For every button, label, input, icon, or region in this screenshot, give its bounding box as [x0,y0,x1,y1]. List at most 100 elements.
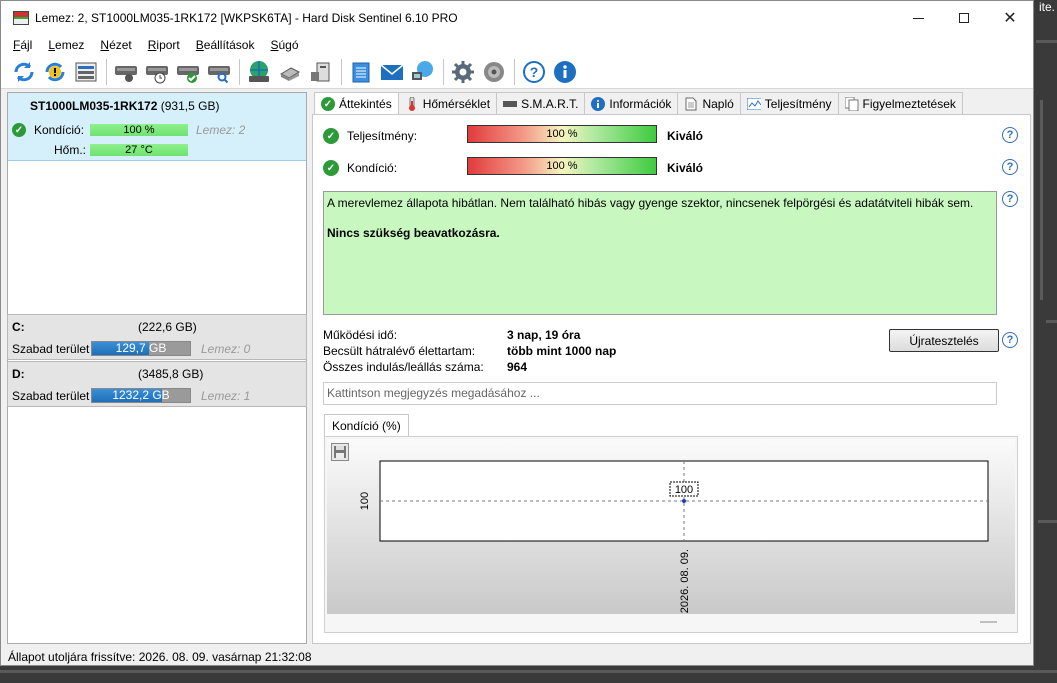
note-input[interactable]: Kattintson megjegyzés megadásához ... [323,382,997,405]
help-icon[interactable]: ? [1002,332,1018,348]
menu-settings[interactable]: Beállítások [188,38,263,52]
condition-label: Kondíció: [347,161,398,175]
data-point [682,499,686,503]
performance-bar: 100 % [467,125,657,143]
tab-overview[interactable]: ✓ Áttekintés [314,92,399,115]
tab-alerts[interactable]: Figyelmeztetések [837,92,963,114]
performance-rating: Kiváló [667,129,704,143]
disk-settings-icon[interactable] [113,59,139,85]
window-title: Lemez: 2, ST1000LM035-1RK172 [WKPSK6TA] … [35,11,458,25]
disk-temp-bar: 27 °C [90,144,188,156]
help-icon[interactable]: ? [1002,159,1018,175]
tab-information[interactable]: Információk [584,92,679,114]
condition-chart: 100 2026. 08. 09. 100 [324,436,1018,633]
overview-panel: ✓ Teljesítmény: 100 % Kiváló ? ✓ Kondíci… [312,114,1031,644]
volume-c[interactable]: C: (222,6 GB) Szabad terület 129,7 GB Le… [7,314,307,360]
usb-disk-icon[interactable] [277,59,303,85]
chart-tab-condition[interactable]: Kondíció (%) [324,414,409,436]
description-text: A merevlemez állapota hibátlan. Nem talá… [327,196,974,210]
refresh-warning-icon[interactable] [42,59,68,85]
free-space-value: 129,7 GB [115,341,167,355]
volume-name: D: [12,367,25,381]
speaker-icon[interactable] [481,59,507,85]
thermometer-icon [405,96,419,111]
mail-icon[interactable] [379,59,405,85]
chart-svg: 100 2026. 08. 09. 100 [359,460,997,623]
menu-bar: Fájl Lemez Nézet Riport Beállítások Súgó [1,35,1033,55]
disk-card[interactable]: ST1000LM035-1RK172 (931,5 GB) ✓ Kondíció… [8,93,306,161]
minimize-button[interactable] [895,1,941,35]
retest-button[interactable]: Újratesztelés [889,329,999,352]
uptime-value: 3 nap, 19 óra [507,328,581,342]
help-icon[interactable]: ? [1002,127,1018,143]
condition-bar: 100 % [467,157,657,175]
starts-label: Összes indulás/leállás száma: [323,360,484,374]
y-tick-label: 100 [359,492,371,510]
menu-view[interactable]: Nézet [92,38,139,52]
data-label: 100 [675,484,693,496]
help-icon[interactable]: ? [1002,191,1018,207]
condition-rating: Kiváló [667,161,704,175]
disk-condition-label: Kondíció: [34,123,85,137]
lifetime-value: több mint 1000 nap [507,344,617,358]
check-icon: ✓ [321,97,335,111]
tab-label: Figyelmeztetések [862,96,956,111]
volume-size: (222,6 GB) [138,320,197,334]
info-icon[interactable] [552,59,578,85]
refresh-icon[interactable] [11,59,37,85]
disk-search-icon[interactable] [206,59,232,85]
tab-log[interactable]: Napló [677,92,741,114]
maximize-button[interactable] [941,1,987,35]
disk-number-label: Lemez: 2 [196,123,246,137]
free-space-bar: 129,7 GB [91,341,191,356]
tab-performance[interactable]: Teljesítmény [739,92,839,114]
x-tick-label: 2026. 08. 09. [679,549,691,613]
external-disk-icon[interactable] [308,59,334,85]
volume-size: (3485,8 GB) [138,367,204,381]
menu-file[interactable]: Fájl [5,38,40,52]
menu-report[interactable]: Riport [140,38,188,52]
volume-disk-label: Lemez: 1 [201,389,251,403]
performance-label: Teljesítmény: [347,129,418,143]
uptime-label: Működési idő: [323,328,398,342]
help-icon[interactable]: ? [521,59,547,85]
disk-condition-bar: 100 % [90,124,188,136]
free-space-bar: 1232,2 GB [91,388,191,403]
tab-temperature[interactable]: Hőmérséklet [397,92,498,114]
document-icon [684,97,698,111]
drive-icon [503,97,518,111]
health-description: A merevlemez állapota hibátlan. Nem talá… [323,191,997,315]
title-bar[interactable]: Lemez: 2, ST1000LM035-1RK172 [WKPSK6TA] … [1,1,1033,35]
svg-text:?: ? [530,64,539,80]
background-text: ite. [1038,0,1055,14]
disk-size: (931,5 GB) [160,99,220,113]
menu-disk[interactable]: Lemez [40,38,92,52]
notepad-icon[interactable] [348,59,374,85]
gear-icon[interactable] [450,59,476,85]
tab-smart[interactable]: S.M.A.R.T. [496,92,586,114]
volume-d[interactable]: D: (3485,8 GB) Szabad terület 1232,2 GB … [7,361,307,407]
tab-label: Információk [609,96,672,111]
free-space-value: 1232,2 GB [112,388,170,402]
lifetime-label: Becsült hátralévő élettartam: [323,344,476,358]
close-button[interactable]: ✕ [987,1,1033,35]
tab-label: Hőmérséklet [422,96,491,111]
tab-label: Áttekintés [339,97,392,111]
disk-ok-icon[interactable] [175,59,201,85]
status-bar: Állapot utoljára frissítve: 2026. 08. 09… [8,650,312,664]
disk-name: ST1000LM035-1RK172 [30,99,158,113]
condition-ok-icon: ✓ [323,160,339,176]
tab-label: Teljesítmény [764,96,832,111]
disk-list-icon[interactable] [73,59,99,85]
status-ok-icon: ✓ [12,123,26,137]
tab-bar: ✓ Áttekintés Hőmérséklet S.M.A.R.T. Infor… [314,92,963,115]
toolbar: ? [1,55,1033,89]
globe-disk-icon[interactable] [246,59,272,85]
chart-icon [746,97,761,111]
disk-clock-icon[interactable] [144,59,170,85]
network-icon[interactable] [410,59,436,85]
free-space-label: Szabad terület [12,389,90,403]
alerts-icon [844,96,859,111]
volume-name: C: [12,320,25,334]
menu-help[interactable]: Súgó [262,38,306,52]
